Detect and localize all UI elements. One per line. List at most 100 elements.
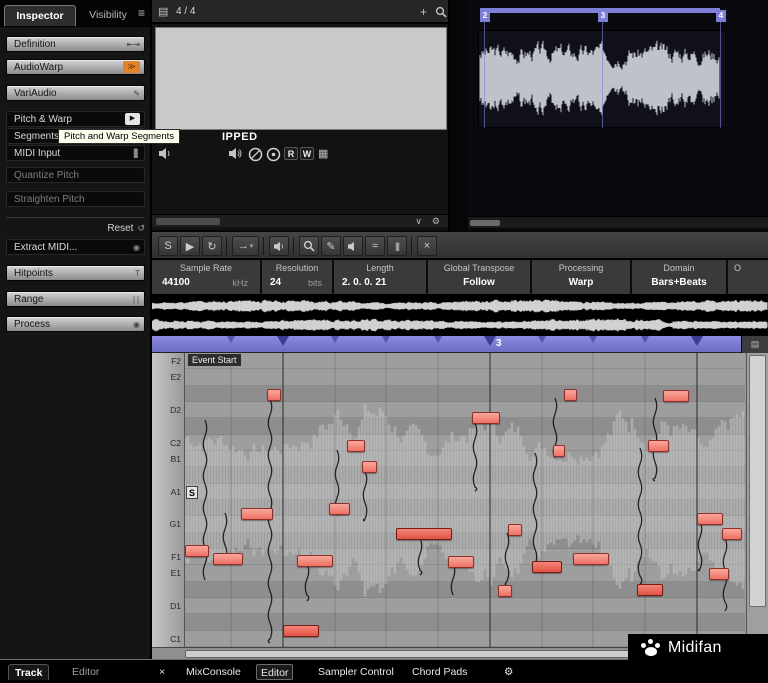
cycle-marker-icon[interactable] [248,147,263,162]
transport-row: R W ▦ [152,146,448,164]
tab-editor[interactable]: Editor [256,664,293,680]
cross-tool-button[interactable]: × [417,236,437,256]
region-solo-badge[interactable]: S [186,486,198,499]
pitch-segment[interactable] [508,524,522,536]
pitch-segment[interactable] [297,555,333,567]
grid-icon[interactable]: ▤ [158,5,168,18]
player-gear-icon[interactable]: ⚙ [432,216,440,227]
solo-button[interactable]: S [158,236,178,256]
info-sample-rate[interactable]: Sample Rate 44100 kHz [152,260,262,294]
segments-tool-button[interactable]: ||| [387,236,407,256]
vertical-scroll-thumb[interactable] [749,355,766,607]
midi-input-button[interactable]: MIDI Input ▋ [6,145,145,161]
tab-editor-left[interactable]: Editor [66,664,105,680]
overview-scrollbar[interactable] [468,216,768,228]
pitch-segment[interactable] [637,584,663,596]
tab-track[interactable]: Track [8,664,49,680]
add-icon[interactable]: + [420,5,427,19]
info-domain[interactable]: Domain Bars+Beats [632,260,728,294]
pitch-segment[interactable] [573,553,609,565]
pitch-segment[interactable] [267,389,281,401]
pitch-segment[interactable] [648,440,669,452]
section-label: Hitpoints [14,268,53,279]
panel-menu-icon[interactable]: ≡ [138,6,145,20]
extract-midi-button[interactable]: Extract MIDI... ◉ [6,239,145,255]
pitch-segment[interactable] [185,545,209,557]
inspector-section-hitpoints[interactable]: Hitpoints T [6,265,145,281]
inspector-section-range[interactable]: Range ∣∣ [6,291,145,307]
pitch-segment[interactable] [213,553,243,565]
pitch-segment[interactable] [362,461,377,473]
gear-icon[interactable]: ⚙ [500,664,517,680]
monitor-speaker-icon[interactable] [158,147,173,160]
info-resolution[interactable]: Resolution 24 bits [262,260,334,294]
editor-canvas[interactable] [185,353,745,647]
reset-button[interactable]: Reset ↺ [6,222,145,235]
audition-speaker-icon[interactable] [228,147,243,160]
play-tool-button[interactable] [343,236,363,256]
audio-overview-strip[interactable] [152,296,768,336]
record-button[interactable]: R [284,147,298,160]
snap-point-icon[interactable] [266,147,281,162]
write-button[interactable]: W [300,147,314,160]
pitch-warp-tool-icon[interactable]: ▶ [125,113,140,125]
info-global-transpose[interactable]: Global Transpose Follow [428,260,532,294]
autoscroll-button[interactable]: → ▾ [232,236,259,256]
inspector-tab-bar: Inspector Visibility ≡ [0,0,150,27]
vertical-scrollbar[interactable] [746,353,768,647]
definition-icon: ⇤⇥ [127,39,140,50]
pitch-segment[interactable] [564,389,577,401]
pitch-segment[interactable] [283,625,319,637]
overview-marker[interactable]: 3 [598,10,608,22]
warp-tool-button[interactable]: ≈ [365,236,385,256]
acoustic-feedback-button[interactable] [269,236,289,256]
pitch-segment[interactable] [396,528,452,540]
tab-visibility[interactable]: Visibility [79,5,137,26]
pitch-segment[interactable] [472,412,500,424]
tab-mixconsole[interactable]: MixConsole [182,664,245,680]
editor-ruler[interactable]: 3 [152,336,741,353]
draw-tool-button[interactable]: ✎ [321,236,341,256]
quantize-pitch-button[interactable]: Quantize Pitch [6,167,145,183]
loop-button[interactable]: ↻ [202,236,222,256]
info-cutoff-column[interactable]: O [728,260,768,294]
pitch-segment[interactable] [709,568,729,580]
collapse-icon[interactable]: ∨ [415,216,422,227]
inspector-section-process[interactable]: Process ◉ [6,316,145,332]
pitch-segment[interactable] [347,440,365,452]
tab-chord-pads[interactable]: Chord Pads [408,664,471,680]
pitch-segment[interactable] [663,390,689,402]
pitch-segment[interactable] [241,508,273,520]
inspector-section-definition[interactable]: Definition ⇤⇥ [6,36,145,52]
overview-marker[interactable]: 4 [716,10,726,22]
tab-sampler-control[interactable]: Sampler Control [314,664,398,680]
player-scroll-thumb[interactable] [156,218,220,225]
tab-inspector[interactable]: Inspector [4,5,76,26]
play-button[interactable]: ▶ [180,236,200,256]
pitch-segment[interactable] [498,585,512,597]
overview-marker-line [720,22,721,128]
ruler-corner-widget[interactable]: ▤ [741,336,768,353]
info-processing[interactable]: Processing Warp [532,260,632,294]
zoom-tool-button[interactable] [299,236,319,256]
pitch-segment[interactable] [329,503,350,515]
pitch-segment[interactable] [532,561,562,573]
zoom-icon[interactable] [435,6,447,18]
pitch-segment[interactable] [697,513,723,525]
info-length[interactable]: Length 2. 0. 0. 21 [334,260,428,294]
grid-mode-icon[interactable]: ▦ [318,147,328,160]
pitch-segment[interactable] [722,528,742,540]
pitch-segment[interactable] [553,445,565,457]
inspector-section-variaudio[interactable]: VariAudio ✎ [6,85,145,101]
player-scrollbar[interactable]: ∨ ⚙ [152,214,448,227]
close-icon[interactable]: × [155,664,169,680]
overview-scroll-thumb[interactable] [470,220,500,226]
pitch-segment[interactable] [448,556,474,568]
info-header: Resolution [262,263,332,273]
note-label-column: F2E2D2C2B1A1G1F1E1D1C1 [152,353,185,647]
straighten-pitch-button[interactable]: Straighten Pitch [6,191,145,207]
overview-marker[interactable]: 2 [480,10,490,22]
inspector-section-audiowarp[interactable]: AudioWarp ≫ [6,59,145,75]
pitch-and-warp-button[interactable]: Pitch & Warp ▶ [6,111,145,127]
event-start-flag[interactable]: Event Start [187,353,242,367]
